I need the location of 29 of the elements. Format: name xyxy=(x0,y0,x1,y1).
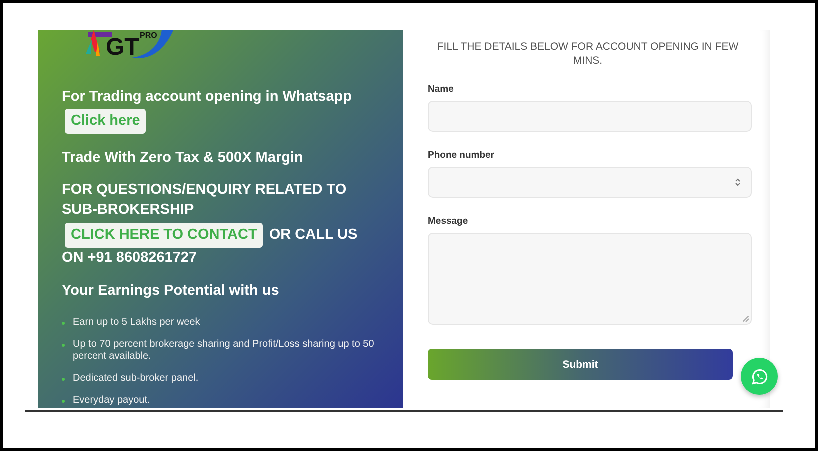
bullet-icon xyxy=(62,378,65,381)
contact-button[interactable]: CLICK HERE TO CONTACT xyxy=(65,223,264,248)
submit-button[interactable]: Submit xyxy=(428,349,733,380)
logo-pro-label: PRO xyxy=(140,31,158,40)
click-here-button[interactable]: Click here xyxy=(65,109,146,134)
field-label: Phone number xyxy=(428,150,496,161)
bullet-icon xyxy=(62,400,65,403)
form-heading: FILL THE DETAILS BELOW FOR ACCOUNT OPENING IN FEW MINS. xyxy=(436,40,740,68)
phone-field[interactable] xyxy=(428,167,752,198)
field-label: Message xyxy=(428,216,470,227)
whatsapp-text: For Trading account opening in Whatsapp xyxy=(62,88,353,107)
spinner-icon xyxy=(735,178,741,187)
benefit-text: Dedicated sub-broker panel. xyxy=(73,373,199,385)
message-field[interactable] xyxy=(428,233,752,325)
call-text: OR CALL US xyxy=(269,226,358,244)
benefit-text: Up to 70 percent brokerage sharing and Profit/Loss sharing up to 50 percent available. xyxy=(73,339,375,363)
enquiry-text: FOR QUESTIONS/ENQUIRY RELATED TO SUB-BROKERSHIP xyxy=(62,181,348,220)
logo-mark: GT xyxy=(106,34,140,62)
resize-grip-icon xyxy=(743,316,749,322)
name-field[interactable] xyxy=(428,101,752,132)
earnings-heading: Your Earnings Potential with us xyxy=(62,282,280,301)
bullet-icon xyxy=(62,322,65,325)
benefit-text: Earn up to 5 Lakhs per week xyxy=(73,317,200,329)
tagline: Trade With Zero Tax & 500X Margin xyxy=(62,149,304,168)
benefit-text: Everyday payout. xyxy=(73,395,150,407)
bullet-icon xyxy=(62,344,65,347)
phone-text: ON +91 8608261727 xyxy=(62,249,198,268)
chat-icon xyxy=(750,368,768,386)
field-label: Name xyxy=(428,84,455,95)
